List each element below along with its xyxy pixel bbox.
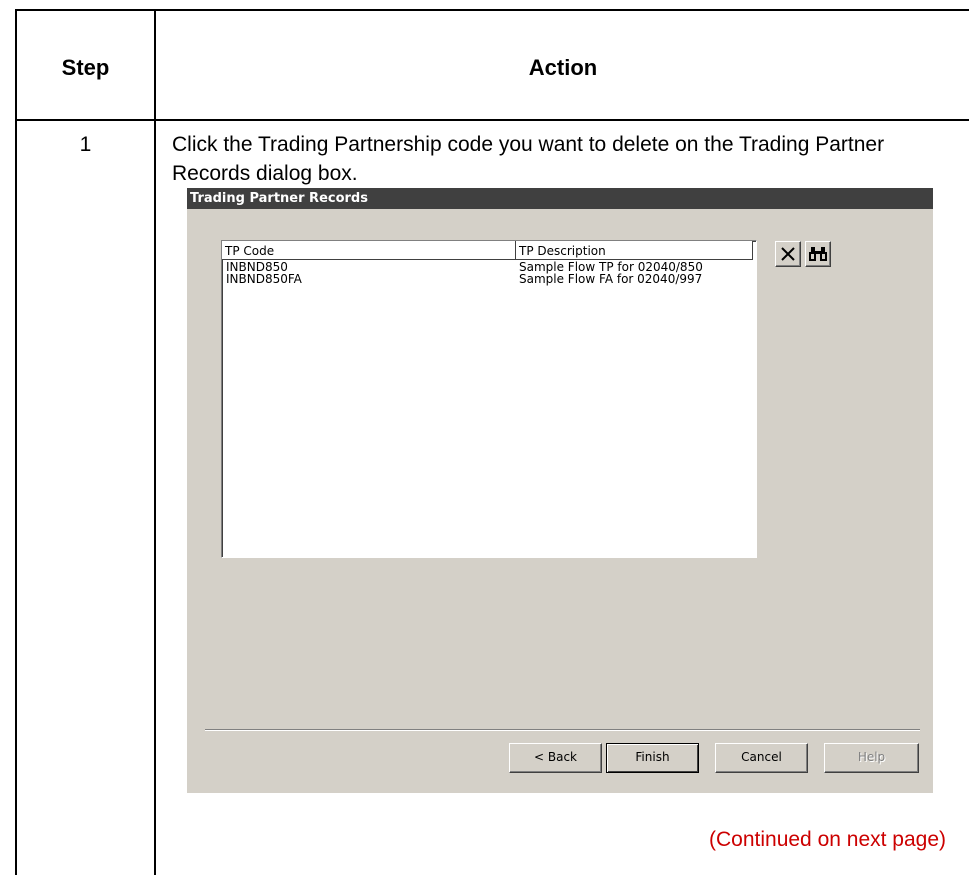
back-button[interactable]: < Back [509, 743, 602, 773]
tp-records-list[interactable]: TP Code TP Description INBND850 Sample F… [221, 240, 757, 558]
cancel-button[interactable]: Cancel [715, 743, 808, 773]
action-column-header: Action [528, 55, 598, 80]
continued-note: (Continued on next page) [709, 828, 946, 851]
list-header: TP Code TP Description [222, 241, 756, 261]
finish-button[interactable]: Finish [606, 743, 699, 773]
trading-partner-records-dialog: Trading Partner Records TP Code TP Descr… [187, 188, 933, 793]
step-instruction: Click the Trading Partnership code you w… [172, 133, 885, 185]
header-rule [17, 119, 969, 121]
column-divider [154, 11, 156, 875]
help-button[interactable]: Help [824, 743, 919, 773]
find-button[interactable] [805, 241, 831, 267]
help-button-label: Help [857, 750, 886, 764]
column-header-tp-code[interactable]: TP Code [222, 241, 516, 260]
dialog-separator [205, 729, 920, 731]
column-header-tp-description[interactable]: TP Description [516, 241, 753, 260]
list-item[interactable]: INBND850FA Sample Flow FA for 02040/997 [222, 273, 756, 285]
step-number: 1 [79, 133, 92, 156]
delete-x-icon [781, 247, 795, 261]
dialog-title: Trading Partner Records [187, 188, 933, 209]
delete-button[interactable] [775, 241, 801, 267]
tp-description-cell: Sample Flow FA for 02040/997 [519, 272, 703, 286]
binoculars-icon [809, 247, 827, 261]
step-column-header: Step [61, 55, 110, 80]
tp-code-cell: INBND850FA [226, 272, 302, 286]
